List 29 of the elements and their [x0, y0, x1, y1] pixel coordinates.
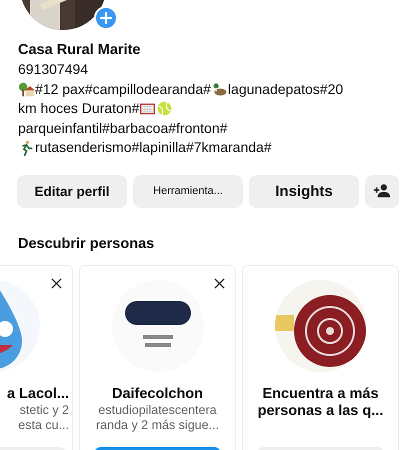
profile-name: Casa Rural Marite — [18, 41, 142, 60]
suggestion-subtitle: estudiopilatescentera — [98, 402, 217, 418]
bio-text: lagunadepatos#20 — [228, 80, 344, 99]
profile-button[interactable]: Herramienta... — [133, 174, 243, 208]
ball-icon — [156, 100, 174, 118]
close-icon[interactable] — [51, 278, 62, 288]
section-title: Descubrir personas — [17, 234, 156, 252]
add-story-icon[interactable] — [94, 6, 118, 30]
bio-text: parqueinfantil#barbacoa#fronton# — [18, 118, 228, 138]
profile-button[interactable]: Insights — [249, 174, 359, 208]
bio-text: rutasenderismo#lapinilla#7kmaranda# — [35, 138, 272, 157]
suggestion-card[interactable]: Encuentra a más personas a las q... — [242, 264, 399, 450]
suggestion-subtitle: randa y 2 más sigue... — [96, 418, 219, 434]
profile-button[interactable]: Editar perfil — [17, 174, 127, 208]
suggestion-name: Encuentra a más personas a las q... — [256, 386, 384, 420]
suggestion-card[interactable]: a Lacol... stetic y 2 esta cu... — [0, 264, 73, 450]
house-icon — [18, 80, 35, 98]
suggestion-subtitle: stetic y 2 — [20, 402, 69, 418]
suggestion-name: Daifecolchon — [110, 386, 204, 402]
add-person-button[interactable] — [365, 174, 399, 208]
phone-number: 691307494 — [18, 60, 90, 79]
bio-text: #12 pax#campillodearanda# — [35, 80, 211, 99]
bio-text: km hoces Duraton# — [18, 99, 140, 118]
suggestion-subtitle: esta cu... — [18, 418, 69, 434]
suggestion-card[interactable]: Daifecolchon estudiopilatescentera randa y 2 más sigue... — [79, 264, 236, 450]
suggestion-name: a Lacol... — [6, 386, 69, 402]
add-person-icon — [373, 182, 391, 200]
close-icon[interactable] — [214, 278, 225, 288]
duck-icon — [210, 80, 228, 98]
